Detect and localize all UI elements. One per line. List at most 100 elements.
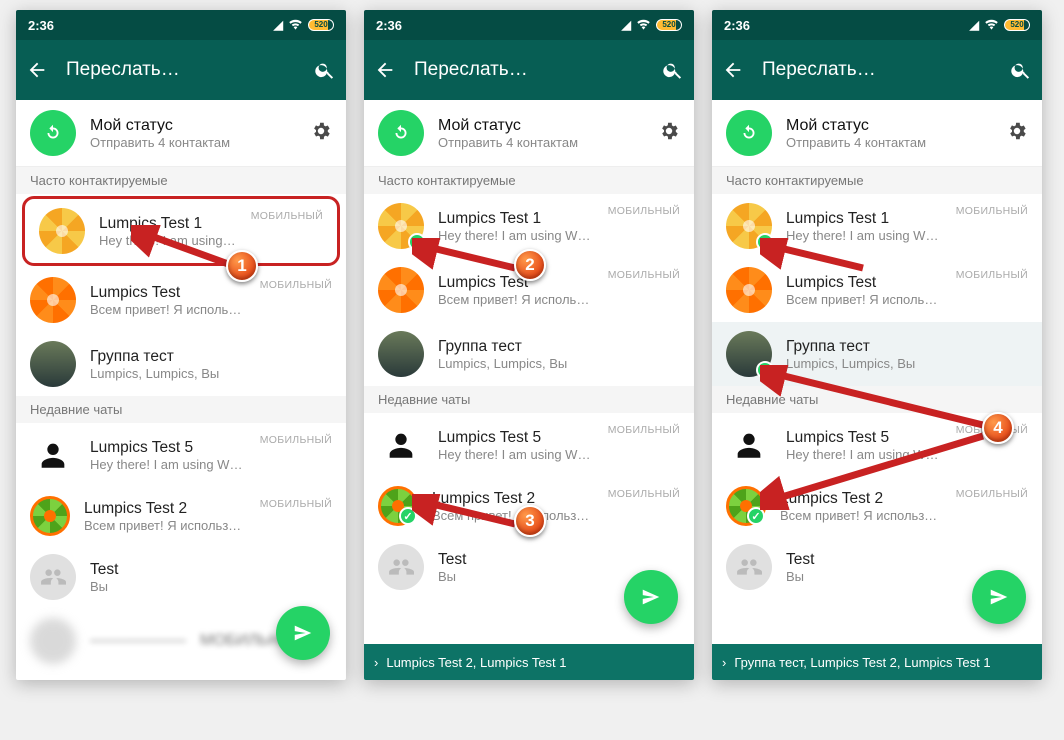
contact-tag: МОБИЛЬНЫЙ: [251, 210, 323, 222]
contact-row-lumpics-test-5[interactable]: Lumpics Test 5 Hey there! I am using Wha…: [16, 423, 346, 487]
annotation-arrow-4a: [760, 238, 875, 288]
contact-name: Lumpics Test 2: [84, 500, 246, 518]
avatar: [30, 277, 76, 323]
contact-row-group-test[interactable]: Группа тест Lumpics, Lumpics, Вы: [16, 332, 346, 396]
contact-status: Всем привет! Я использую WhatsApp.: [90, 302, 246, 317]
contact-row-group-test[interactable]: Группа тест Lumpics, Lumpics, Вы: [364, 322, 694, 386]
clock: 2:36: [724, 18, 750, 33]
contact-status: Всем привет! Я использую WhatsApp.: [786, 292, 942, 307]
wifi-icon: [288, 18, 303, 33]
my-status-row[interactable]: Мой статус Отправить 4 контактам: [16, 100, 346, 167]
contact-name: Lumpics Test 5: [90, 439, 246, 457]
clock: 2:36: [28, 18, 54, 33]
my-status-row[interactable]: Мой статус Отправить 4 контактам: [712, 100, 1042, 167]
section-recent: Недавние чаты: [16, 396, 346, 423]
send-fab[interactable]: [624, 570, 678, 624]
app-bar: Переслать…: [16, 40, 346, 100]
phone-screenshot-1: 2:36 ◢ 520 Переслать… Мой статус Отправи…: [16, 10, 346, 680]
contact-row-lumpics-test-2[interactable]: Lumpics Test 2 Всем привет! Я использую …: [16, 487, 346, 545]
selection-text: Lumpics Test 2, Lumpics Test 1: [386, 655, 566, 670]
chevron-right-icon: ›: [722, 655, 726, 670]
contact-status: Всем привет! Я использую WhatsApp.: [438, 292, 594, 307]
contact-tag: МОБИЛЬНЫЙ: [260, 279, 332, 291]
contact-name: Lumpics Test 5: [438, 429, 594, 447]
annotation-arrow-1: [131, 225, 241, 280]
signal-icon: ◢: [970, 18, 979, 32]
contact-name: Test: [90, 561, 332, 579]
battery-icon: 520: [1004, 19, 1030, 31]
section-frequent: Часто контактируемые: [364, 167, 694, 194]
gear-icon[interactable]: [1006, 120, 1028, 147]
contact-status: Вы: [90, 579, 332, 594]
phone-screenshot-2: 2:36 ◢ 520 Переслать… Мой статус Отправи…: [364, 10, 694, 680]
contact-tag: МОБИЛЬНЫЙ: [956, 269, 1028, 281]
back-icon[interactable]: [26, 59, 48, 81]
send-fab[interactable]: [972, 570, 1026, 624]
contact-tag: МОБИЛЬНЫЙ: [260, 434, 332, 446]
annotation-arrow-3: [412, 494, 527, 544]
search-icon[interactable]: [314, 59, 336, 81]
contact-status: Всем привет! Я использую WhatsApp.: [84, 518, 246, 533]
contact-status: Hey there! I am using WhatsApp.: [90, 457, 246, 472]
contact-row-lumpics-test-5[interactable]: Lumpics Test 5 Hey there! I am using Wha…: [364, 413, 694, 477]
contact-name: Test: [786, 551, 1028, 569]
avatar: [726, 544, 772, 590]
avatar: [30, 496, 70, 536]
my-status-subtitle: Отправить 4 контактам: [438, 135, 644, 150]
annotation-arrow-4b: [760, 365, 990, 435]
contact-tag: МОБИЛЬНЫЙ: [608, 269, 680, 281]
avatar: [30, 554, 76, 600]
contact-tag: МОБИЛЬНЫЙ: [608, 488, 680, 500]
contact-name: Группа тест: [786, 338, 1028, 356]
contact-name: Test: [438, 551, 680, 569]
contact-name: Lumpics Test 1: [786, 210, 942, 228]
search-icon[interactable]: [1010, 59, 1032, 81]
my-status-row[interactable]: Мой статус Отправить 4 контактам: [364, 100, 694, 167]
signal-icon: ◢: [622, 18, 631, 32]
gear-icon[interactable]: [658, 120, 680, 147]
contact-tag: МОБИЛЬНЫЙ: [608, 205, 680, 217]
contact-status: Lumpics, Lumpics, Вы: [438, 356, 680, 371]
annotation-arrow-2: [412, 238, 527, 288]
contact-status: Hey there! I am using WhatsApp.: [438, 447, 594, 462]
my-status-title: Мой статус: [438, 117, 644, 135]
appbar-title: Переслать…: [762, 59, 992, 81]
annotation-marker-3: 3: [514, 505, 546, 537]
my-status-subtitle: Отправить 4 контактам: [786, 135, 992, 150]
status-update-icon: [30, 110, 76, 156]
avatar: [378, 422, 424, 468]
status-update-icon: [378, 110, 424, 156]
avatar: [39, 208, 85, 254]
contact-name: Lumpics Test: [90, 284, 246, 302]
back-icon[interactable]: [722, 59, 744, 81]
avatar: [30, 618, 76, 664]
contact-name: Lumpics Test 1: [438, 210, 594, 228]
battery-icon: 520: [656, 19, 682, 31]
phone-screenshot-3: 2:36 ◢ 520 Переслать… Мой статус Отправи…: [712, 10, 1042, 680]
avatar: [378, 331, 424, 377]
contact-tag: МОБИЛЬНЫЙ: [956, 205, 1028, 217]
section-frequent: Часто контактируемые: [16, 167, 346, 194]
selection-bar: › Lumpics Test 2, Lumpics Test 1: [364, 644, 694, 680]
selection-bar: › Группа тест, Lumpics Test 2, Lumpics T…: [712, 644, 1042, 680]
annotation-arrow-4c: [760, 430, 990, 510]
clock: 2:36: [376, 18, 402, 33]
annotation-marker-4: 4: [982, 412, 1014, 444]
annotation-marker-1: 1: [226, 250, 258, 282]
back-icon[interactable]: [374, 59, 396, 81]
status-bar: 2:36 ◢ 520: [712, 10, 1042, 40]
selection-text: Группа тест, Lumpics Test 2, Lumpics Tes…: [734, 655, 990, 670]
app-bar: Переслать…: [712, 40, 1042, 100]
signal-icon: ◢: [274, 18, 283, 32]
my-status-title: Мой статус: [90, 117, 296, 135]
my-status-subtitle: Отправить 4 контактам: [90, 135, 296, 150]
gear-icon[interactable]: [310, 120, 332, 147]
contact-tag: МОБИЛЬНЫЙ: [608, 424, 680, 436]
search-icon[interactable]: [662, 59, 684, 81]
section-frequent: Часто контактируемые: [712, 167, 1042, 194]
appbar-title: Переслать…: [66, 59, 296, 81]
status-bar: 2:36 ◢ 520: [364, 10, 694, 40]
avatar: [378, 544, 424, 590]
send-fab[interactable]: [276, 606, 330, 660]
contact-row-test[interactable]: Test Вы: [16, 545, 346, 609]
